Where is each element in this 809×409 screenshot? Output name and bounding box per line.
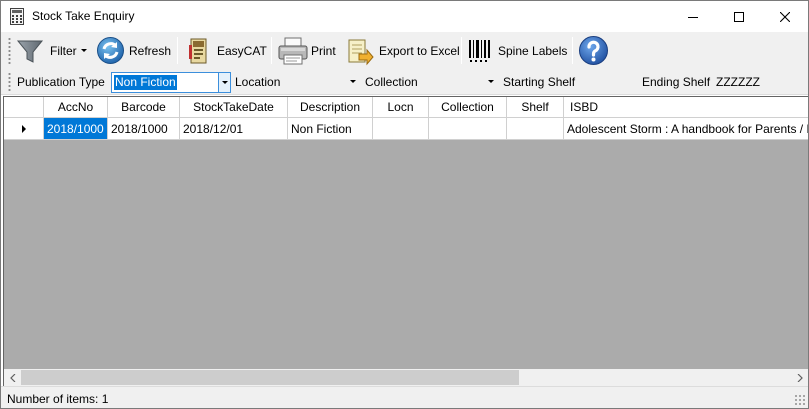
location-dropdown[interactable] [285, 72, 359, 93]
toolbar-separator [572, 37, 573, 64]
filter-bar-grip[interactable] [8, 72, 11, 91]
toolbar-separator [177, 37, 178, 64]
stock-take-enquiry-window: Stock Take Enquiry Filter Refresh EasyCA… [0, 0, 809, 409]
chevron-right-icon [797, 373, 803, 382]
column-header-accno[interactable]: AccNo [44, 97, 108, 118]
window-title: Stock Take Enquiry [32, 9, 135, 23]
spine-labels-label: Spine Labels [498, 43, 568, 58]
chevron-down-icon[interactable] [485, 72, 497, 91]
starting-shelf-value [579, 74, 581, 89]
starting-shelf-field[interactable] [577, 72, 637, 93]
column-header-isbd[interactable]: ISBD [564, 97, 808, 118]
refresh-label: Refresh [129, 43, 172, 58]
printer-icon [277, 36, 309, 66]
collection-dropdown[interactable] [425, 72, 497, 93]
barcode-icon [467, 37, 493, 65]
filter-label: Filter [50, 43, 77, 58]
refresh-icon [95, 35, 126, 66]
collection-label: Collection [365, 75, 418, 89]
column-header-description[interactable]: Description [288, 97, 373, 118]
chevron-down-icon[interactable] [218, 73, 230, 92]
easycat-button[interactable]: EasyCAT [187, 34, 267, 67]
filter-bar: Publication Type Non Fiction Location Co… [1, 69, 808, 95]
cell-shelf[interactable] [507, 118, 564, 140]
scroll-right-button[interactable] [791, 369, 808, 386]
cell-description[interactable]: Non Fiction [288, 118, 373, 140]
cell-accno[interactable]: 2018/1000 [44, 118, 108, 140]
toolbar-separator [461, 37, 462, 64]
column-header-shelf[interactable]: Shelf [507, 97, 564, 118]
resize-grip[interactable] [794, 394, 806, 406]
minimize-button[interactable] [670, 1, 716, 32]
print-label: Print [311, 43, 336, 58]
filter-button[interactable]: Filter [15, 34, 87, 67]
calculator-icon [9, 8, 25, 25]
column-header-locn[interactable]: Locn [373, 97, 429, 118]
cell-barcode[interactable]: 2018/1000 [108, 118, 180, 140]
chevron-left-icon [9, 373, 15, 382]
toolbar-separator [271, 37, 272, 64]
easycat-icon [187, 37, 211, 65]
column-header-barcode[interactable]: Barcode [108, 97, 180, 118]
column-header-stocktakedate[interactable]: StockTakeDate [180, 97, 288, 118]
table-row[interactable]: 2018/1000 2018/1000 2018/12/01 Non Ficti… [4, 118, 808, 140]
toolbar: Filter Refresh EasyCAT Print Export to E… [1, 32, 808, 69]
grid-header-row: AccNo Barcode StockTakeDate Description … [4, 97, 808, 118]
close-icon [780, 11, 790, 22]
title-bar: Stock Take Enquiry [1, 1, 808, 32]
publication-type-dropdown[interactable]: Non Fiction [111, 72, 231, 93]
print-button[interactable]: Print [277, 34, 336, 67]
publication-type-label: Publication Type [17, 75, 105, 89]
scroll-thumb[interactable] [21, 370, 519, 385]
ending-shelf-label: Ending Shelf [642, 75, 711, 89]
export-excel-icon [345, 36, 375, 66]
horizontal-scrollbar[interactable] [3, 369, 808, 386]
cell-locn[interactable] [373, 118, 429, 140]
toolbar-grip[interactable] [8, 37, 11, 64]
cell-stocktakedate[interactable]: 2018/12/01 [180, 118, 288, 140]
ending-shelf-field[interactable]: ZZZZZZ [716, 75, 760, 89]
export-to-excel-label: Export to Excel [379, 43, 460, 58]
column-header-collection[interactable]: Collection [429, 97, 507, 118]
help-icon [578, 35, 609, 66]
close-button[interactable] [762, 1, 808, 32]
location-value [287, 74, 289, 89]
publication-type-value: Non Fiction [114, 75, 177, 90]
status-bar: Number of items: 1 [1, 386, 808, 408]
minimize-icon [688, 16, 698, 18]
refresh-button[interactable]: Refresh [95, 34, 171, 67]
maximize-icon [734, 11, 744, 22]
location-label: Location [235, 75, 281, 89]
collection-value [427, 74, 429, 89]
help-button[interactable] [578, 34, 609, 67]
cell-collection[interactable] [429, 118, 507, 140]
spine-labels-button[interactable]: Spine Labels [467, 34, 567, 67]
row-header-cell[interactable] [4, 118, 44, 140]
current-row-arrow-icon [21, 124, 26, 133]
grid-corner-cell[interactable] [4, 97, 44, 118]
easycat-label: EasyCAT [217, 43, 267, 58]
dropdown-arrow-icon [80, 49, 87, 52]
chevron-down-icon[interactable] [347, 72, 359, 91]
scroll-left-button[interactable] [4, 369, 21, 386]
funnel-icon [15, 36, 45, 66]
stock-take-grid[interactable]: AccNo Barcode StockTakeDate Description … [3, 96, 808, 369]
cell-isbd[interactable]: Adolescent Storm : A handbook for Parent… [564, 118, 808, 140]
export-to-excel-button[interactable]: Export to Excel [345, 34, 460, 67]
starting-shelf-label: Starting Shelf [503, 75, 576, 89]
item-count-text: Number of items: 1 [7, 392, 109, 406]
maximize-button[interactable] [716, 1, 762, 32]
